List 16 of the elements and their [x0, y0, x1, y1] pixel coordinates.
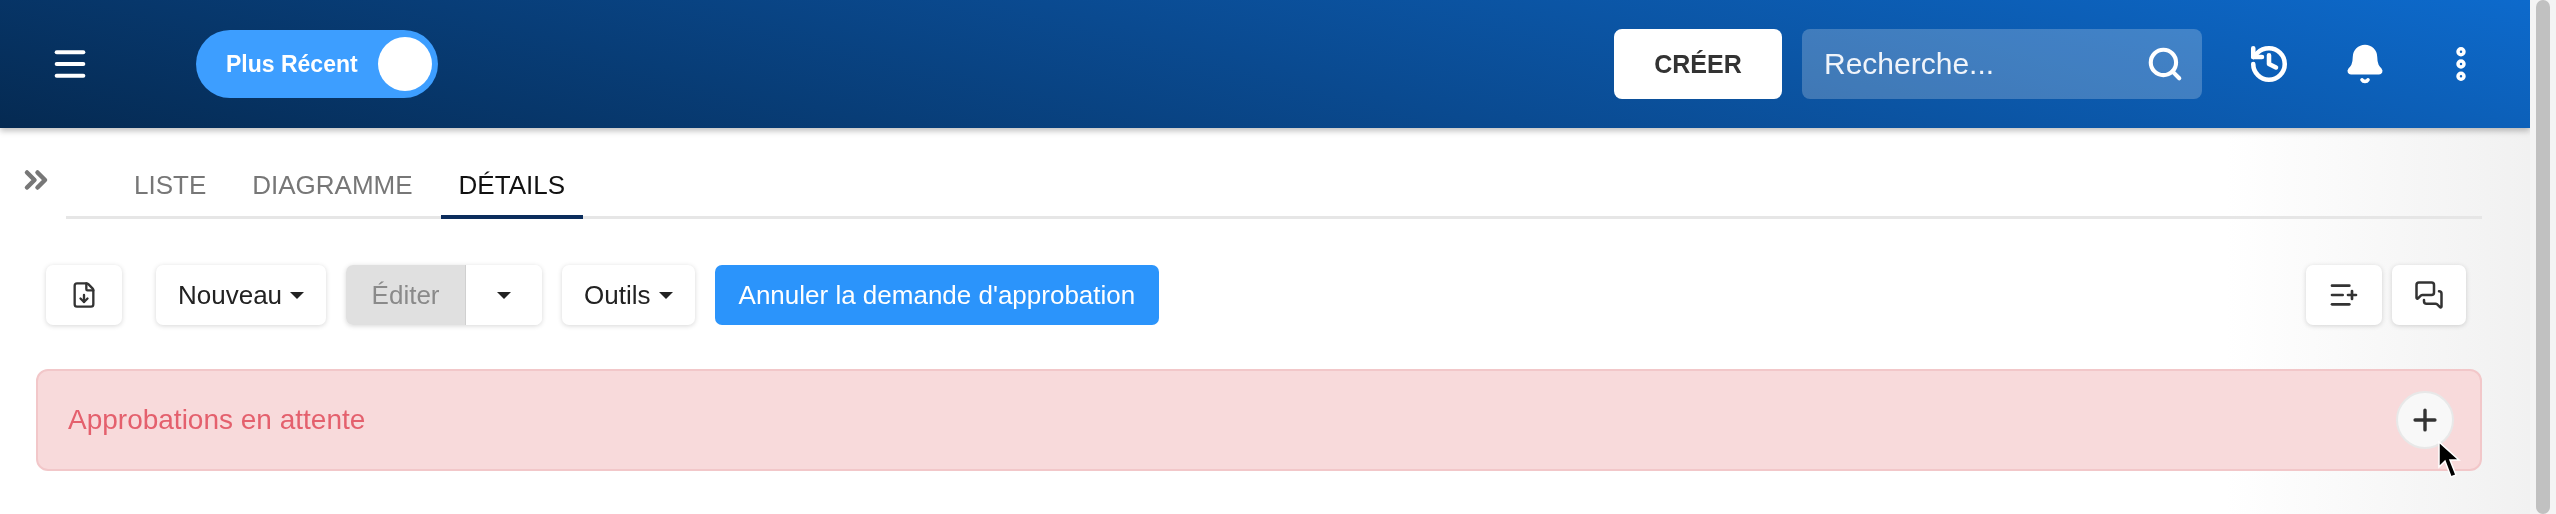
comments-button[interactable] — [2392, 265, 2466, 325]
tab[interactable]: DÉTAILS — [440, 156, 584, 219]
export-button[interactable] — [46, 265, 122, 325]
tools-dropdown-button[interactable]: Outils — [562, 265, 695, 325]
toggle-switch[interactable]: Plus Récent — [196, 30, 438, 98]
scrollbar-thumb[interactable] — [2536, 0, 2550, 514]
tab[interactable]: DIAGRAMME — [234, 156, 431, 219]
create-button[interactable]: CRÉER — [1614, 29, 1782, 99]
chat-bubbles-icon — [2414, 280, 2444, 310]
tab[interactable]: LISTE — [116, 156, 225, 219]
cancel-approval-request-button[interactable]: Annuler la demande d'approbation — [714, 265, 1160, 325]
add-list-button[interactable] — [2306, 265, 2382, 325]
panel-title: Approbations en attente — [68, 404, 367, 436]
search-icon[interactable] — [2146, 45, 2184, 83]
mouse-cursor-icon — [2438, 441, 2462, 479]
new-dropdown-button[interactable]: Nouveau — [156, 265, 327, 325]
